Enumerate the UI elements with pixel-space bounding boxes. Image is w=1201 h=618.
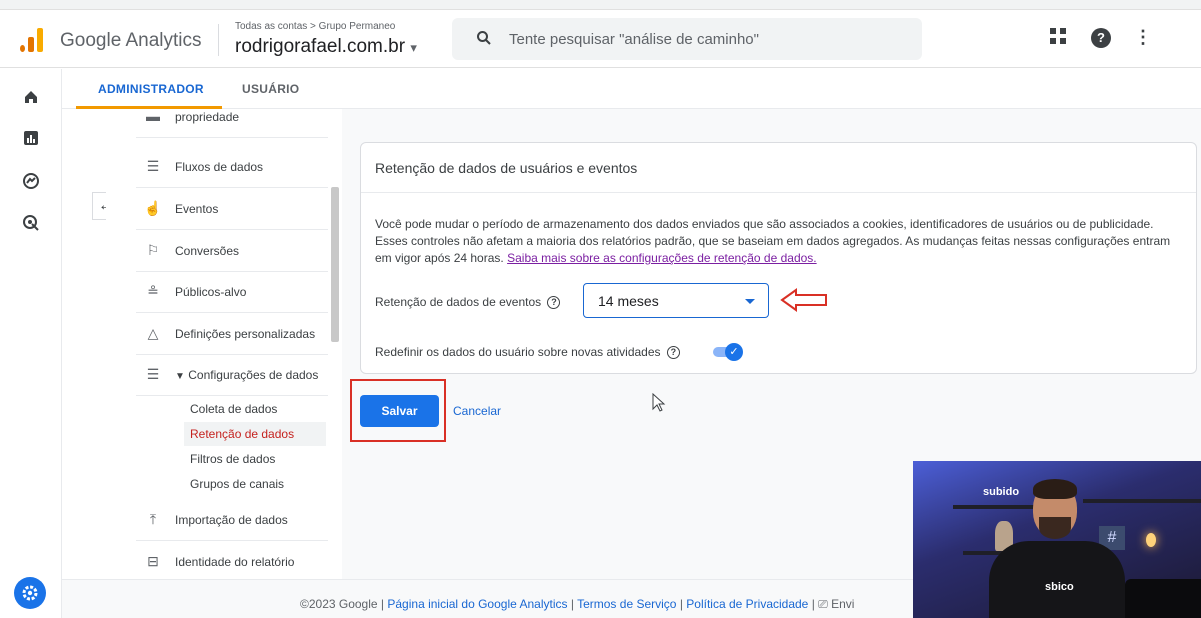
analytics-home-link[interactable]: Página inicial do Google Analytics	[387, 597, 567, 611]
more-vert-icon[interactable]: ⋮	[1134, 27, 1152, 48]
nav-item-label: Identidade do relatório	[175, 555, 295, 569]
webcam-overlay: subido # sbico	[913, 461, 1201, 618]
nav-item-label: Definições personalizadas	[175, 327, 316, 341]
lamp	[1146, 533, 1156, 547]
card-description: Você pode mudar o período de armazenamen…	[375, 216, 1175, 267]
nav-item-label: ▼ Configurações de dados	[175, 368, 318, 382]
nav-item-conversions[interactable]: ⚐ Conversões	[136, 231, 328, 272]
nav-scrollbar[interactable]	[331, 187, 339, 342]
apps-icon[interactable]	[1050, 28, 1068, 46]
nav-item-label: Conversões	[175, 244, 240, 258]
nav-item-custom-definitions[interactable]: △ Definições personalizadas	[136, 314, 328, 355]
shelf	[1083, 499, 1201, 503]
tab-user[interactable]: USUÁRIO	[242, 82, 299, 96]
expand-caret-icon: ▼	[175, 371, 185, 382]
sub-item-data-retention[interactable]: Retenção de dados	[184, 422, 326, 446]
nav-item-reporting-identity[interactable]: ⊟ Identidade do relatório	[136, 542, 328, 579]
event-retention-select[interactable]: 14 meses	[583, 283, 769, 318]
help-circle-icon[interactable]: ?	[547, 296, 561, 310]
shapes-icon: △	[147, 325, 159, 341]
event-retention-label-text: Retenção de dados de eventos	[375, 295, 542, 309]
footer-separator: |	[811, 597, 815, 611]
footer-links: ©2023 Google | Página inicial do Google …	[300, 597, 854, 612]
save-button[interactable]: Salvar	[360, 395, 439, 427]
presenter-beard	[1039, 517, 1071, 539]
home-icon[interactable]	[20, 89, 42, 111]
admin-settings-nav: ▬ propriedade ☰ Fluxos de dados ☝ Evento…	[106, 109, 342, 579]
presenter-body	[989, 541, 1125, 618]
laptop	[1125, 579, 1201, 618]
search-placeholder: Tente pesquisar "análise de caminho"	[509, 31, 759, 48]
events-icon: ☝	[144, 200, 162, 216]
search-icon	[476, 30, 492, 51]
footer-separator: |	[570, 597, 574, 611]
nav-item-label: Eventos	[175, 202, 219, 216]
event-retention-label: Retenção de dados de eventos ?	[375, 295, 561, 310]
nav-item-events[interactable]: ☝ Eventos	[136, 189, 328, 230]
nav-item-audiences[interactable]: ≗ Públicos-alvo	[136, 272, 328, 313]
upload-icon: ⤒	[149, 511, 157, 527]
sub-item-channel-groups[interactable]: Grupos de canais	[184, 472, 326, 496]
cancel-button[interactable]: Cancelar	[453, 404, 501, 418]
nav-item-data-streams[interactable]: ☰ Fluxos de dados	[136, 147, 328, 188]
property-name: rodrigorafael.com.br	[235, 36, 406, 57]
data-settings-label: Configurações de dados	[188, 368, 319, 382]
advertising-icon[interactable]	[20, 214, 42, 236]
admin-gear-icon[interactable]	[14, 577, 46, 609]
feedback-link[interactable]: Envi	[831, 597, 854, 611]
mouse-cursor-icon	[652, 392, 666, 418]
presenter-hair	[1033, 479, 1077, 499]
property-icon: ▬	[146, 109, 160, 124]
nav-item-data-import[interactable]: ⤒ Importação de dados	[136, 500, 328, 541]
annotation-arrow-icon	[780, 288, 828, 317]
app-header: Google Analytics Todas as contas > Grupo…	[0, 10, 1201, 68]
help-icon[interactable]: ?	[1091, 28, 1111, 48]
property-selector[interactable]: rodrigorafael.com.br ▾	[235, 36, 417, 58]
card-divider	[361, 192, 1196, 193]
nav-item-data-settings[interactable]: ☰ ▼ Configurações de dados	[136, 355, 328, 396]
search-input[interactable]: Tente pesquisar "análise de caminho"	[452, 18, 922, 60]
learn-more-link[interactable]: Saiba mais sobre as configurações de ret…	[507, 251, 817, 265]
nav-item-label: Fluxos de dados	[175, 160, 264, 174]
tab-admin[interactable]: ADMINISTRADOR	[98, 82, 204, 96]
dropdown-caret-icon	[745, 299, 755, 304]
breadcrumb[interactable]: Todas as contas > Grupo Permaneo	[235, 21, 395, 32]
copyright-text: ©2023 Google |	[300, 597, 385, 611]
database-icon: ☰	[146, 366, 160, 382]
report-identity-icon: ⊟	[147, 553, 159, 569]
privacy-link[interactable]: Política de Privacidade	[686, 597, 808, 611]
reset-user-data-toggle[interactable]: ✓	[713, 343, 745, 361]
left-rail	[0, 69, 62, 618]
nav-item-property[interactable]: ▬ propriedade	[136, 109, 328, 138]
data-streams-icon: ☰	[146, 158, 160, 174]
admin-tabs: ADMINISTRADOR USUÁRIO	[62, 69, 1201, 109]
analytics-logo-icon[interactable]	[20, 28, 44, 52]
reports-icon[interactable]	[20, 130, 42, 152]
sub-item-data-filters[interactable]: Filtros de dados	[184, 447, 326, 471]
data-retention-card: Retenção de dados de usuários e eventos …	[360, 142, 1197, 374]
reset-user-data-text: Redefinir os dados do usuário sobre nova…	[375, 345, 661, 359]
nav-item-label: propriedade	[175, 110, 240, 124]
feedback-icon[interactable]: ⎚	[818, 597, 828, 611]
flag-icon: ⚐	[146, 242, 160, 258]
shirt-logo: sbico	[1045, 581, 1074, 593]
check-icon: ✓	[725, 343, 743, 361]
selected-value: 14 meses	[598, 293, 659, 309]
browser-top-strip	[0, 0, 1201, 10]
sub-item-data-collection[interactable]: Coleta de dados	[184, 397, 326, 421]
terms-link[interactable]: Termos de Serviço	[577, 597, 676, 611]
footer-separator: |	[679, 597, 683, 611]
reset-user-data-label: Redefinir os dados do usuário sobre nova…	[375, 345, 680, 360]
explore-icon[interactable]	[20, 172, 42, 194]
audiences-icon: ≗	[147, 283, 159, 299]
chevron-down-icon: ▾	[410, 40, 417, 55]
nav-item-label: Importação de dados	[175, 513, 288, 527]
header-divider	[218, 24, 219, 56]
nav-item-label: Públicos-alvo	[175, 285, 247, 299]
card-title: Retenção de dados de usuários e eventos	[375, 160, 638, 176]
help-circle-icon[interactable]: ?	[666, 346, 680, 360]
brand-name: Google Analytics	[60, 30, 202, 51]
neon-sign: subido	[983, 486, 1020, 498]
